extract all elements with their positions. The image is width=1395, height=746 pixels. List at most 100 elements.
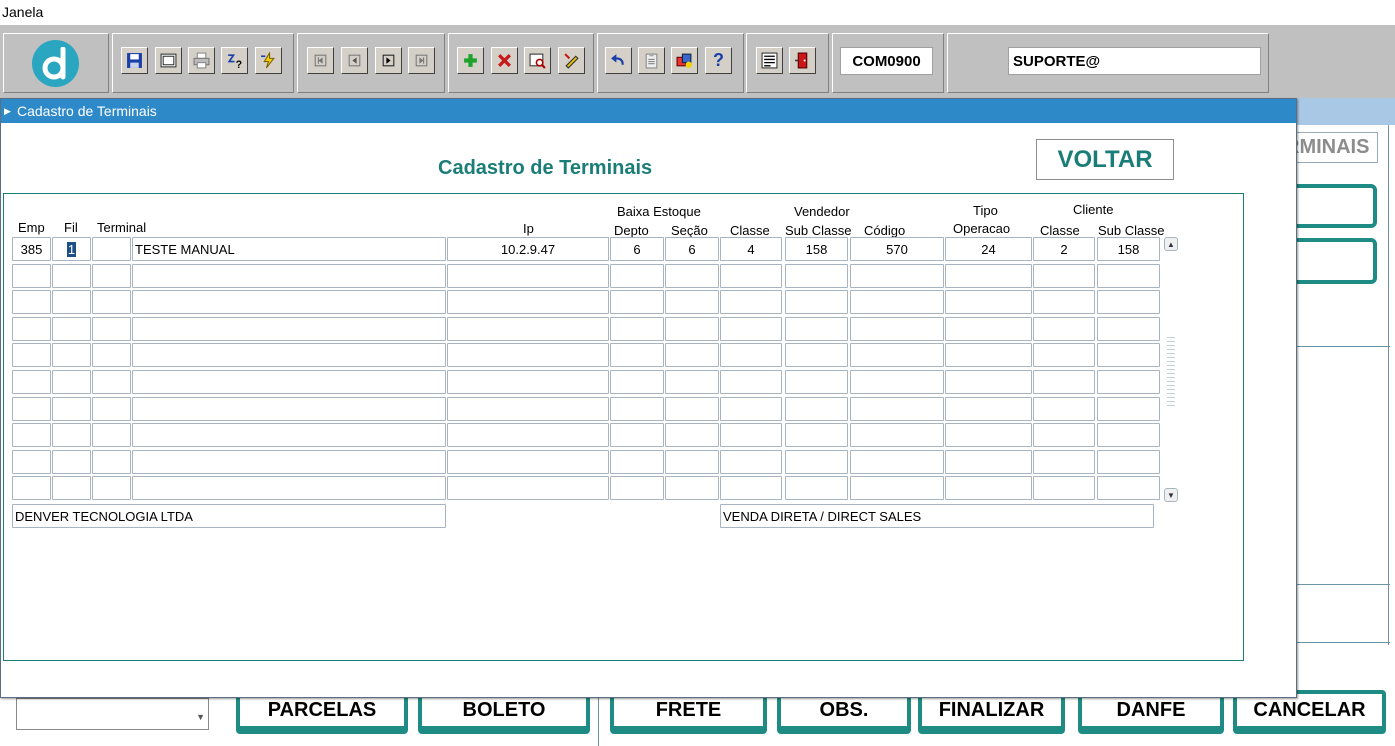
grid-cell-terminal-code[interactable] bbox=[92, 237, 131, 261]
last-record-icon[interactable] bbox=[408, 47, 435, 74]
grid-cell-vend-subclasse[interactable] bbox=[785, 317, 848, 341]
previous-record-icon[interactable] bbox=[341, 47, 368, 74]
grid-cell-secao[interactable] bbox=[665, 397, 719, 421]
vendedor-name-field[interactable]: VENDA DIRETA / DIRECT SALES bbox=[720, 504, 1154, 528]
grid-cell-emp[interactable] bbox=[12, 264, 51, 288]
grid-cell-emp[interactable] bbox=[12, 343, 51, 367]
grid-cell-operacao[interactable] bbox=[945, 264, 1032, 288]
undo-icon[interactable] bbox=[605, 47, 632, 74]
grid-cell-classe[interactable] bbox=[720, 290, 782, 314]
grid-cell-secao[interactable] bbox=[665, 370, 719, 394]
grid-cell-vend-subclasse[interactable] bbox=[785, 450, 848, 474]
execute-query-icon[interactable] bbox=[255, 47, 282, 74]
grid-cell-fil[interactable]: 1 bbox=[52, 237, 91, 261]
grid-cell-cli-classe[interactable] bbox=[1033, 343, 1095, 367]
grid-cell-vend-subclasse[interactable] bbox=[785, 290, 848, 314]
save-icon[interactable] bbox=[121, 47, 148, 74]
window-titlebar[interactable]: ▶ Cadastro de Terminais bbox=[1, 99, 1296, 123]
grid-cell-fil[interactable] bbox=[52, 264, 91, 288]
grid-cell-codigo[interactable]: 570 bbox=[850, 237, 944, 261]
menu-list-icon[interactable] bbox=[756, 47, 783, 74]
grid-cell-fil[interactable] bbox=[52, 397, 91, 421]
grid-cell-emp[interactable] bbox=[12, 290, 51, 314]
grid-cell-classe[interactable] bbox=[720, 476, 782, 500]
grid-cell-codigo[interactable] bbox=[850, 423, 944, 447]
grid-cell-cli-subclasse[interactable] bbox=[1097, 343, 1160, 367]
grid-cell-terminal-code[interactable] bbox=[92, 290, 131, 314]
grid-cell-secao[interactable] bbox=[665, 264, 719, 288]
grid-cell-cli-subclasse[interactable] bbox=[1097, 317, 1160, 341]
grid-cell-codigo[interactable] bbox=[850, 370, 944, 394]
grid-cell-cli-subclasse[interactable] bbox=[1097, 397, 1160, 421]
grid-cell-operacao[interactable] bbox=[945, 370, 1032, 394]
grid-cell-codigo[interactable] bbox=[850, 397, 944, 421]
grid-cell-secao[interactable] bbox=[665, 317, 719, 341]
grid-cell-terminal-name[interactable] bbox=[132, 290, 446, 314]
grid-cell-emp[interactable] bbox=[12, 370, 51, 394]
grid-cell-fil[interactable] bbox=[52, 343, 91, 367]
grid-cell-classe[interactable] bbox=[720, 343, 782, 367]
grid-cell-terminal-name[interactable] bbox=[132, 264, 446, 288]
grid-cell-ip[interactable] bbox=[447, 317, 609, 341]
add-record-icon[interactable] bbox=[457, 47, 484, 74]
grid-cell-cli-subclasse[interactable] bbox=[1097, 423, 1160, 447]
grid-cell-terminal-name[interactable] bbox=[132, 317, 446, 341]
grid-cell-emp[interactable] bbox=[12, 423, 51, 447]
grid-cell-depto[interactable] bbox=[610, 450, 664, 474]
grid-cell-cli-subclasse[interactable] bbox=[1097, 476, 1160, 500]
grid-cell-ip[interactable] bbox=[447, 264, 609, 288]
grid-cell-cli-classe[interactable] bbox=[1033, 370, 1095, 394]
grid-cell-secao[interactable] bbox=[665, 476, 719, 500]
voltar-button[interactable]: VOLTAR bbox=[1036, 139, 1174, 180]
grid-cell-emp[interactable] bbox=[12, 317, 51, 341]
grid-cell-terminal-code[interactable] bbox=[92, 317, 131, 341]
help-icon[interactable]: ? bbox=[705, 47, 732, 74]
grid-cell-cli-classe[interactable]: 2 bbox=[1033, 237, 1095, 261]
exit-door-icon[interactable] bbox=[789, 47, 816, 74]
grid-cell-codigo[interactable] bbox=[850, 290, 944, 314]
grid-cell-vend-subclasse[interactable] bbox=[785, 370, 848, 394]
grid-cell-depto[interactable] bbox=[610, 423, 664, 447]
grid-cell-fil[interactable] bbox=[52, 290, 91, 314]
grid-cell-cli-classe[interactable] bbox=[1033, 290, 1095, 314]
grid-cell-terminal-code[interactable] bbox=[92, 476, 131, 500]
grid-cell-cli-classe[interactable] bbox=[1033, 317, 1095, 341]
grid-cell-terminal-code[interactable] bbox=[92, 450, 131, 474]
grid-cell-secao[interactable] bbox=[665, 423, 719, 447]
grid-cell-operacao[interactable] bbox=[945, 423, 1032, 447]
grid-cell-depto[interactable] bbox=[610, 370, 664, 394]
grid-cell-cli-classe[interactable] bbox=[1033, 264, 1095, 288]
grid-cell-operacao[interactable] bbox=[945, 476, 1032, 500]
grid-cell-operacao[interactable]: 24 bbox=[945, 237, 1032, 261]
print-icon[interactable] bbox=[188, 47, 215, 74]
grid-cell-vend-subclasse[interactable] bbox=[785, 423, 848, 447]
grid-cell-operacao[interactable] bbox=[945, 450, 1032, 474]
grid-cell-terminal-name[interactable] bbox=[132, 423, 446, 447]
grid-cell-operacao[interactable] bbox=[945, 343, 1032, 367]
next-record-icon[interactable] bbox=[375, 47, 402, 74]
grid-scrollbar[interactable]: ▲ ▼ bbox=[1163, 237, 1179, 503]
grid-cell-classe[interactable] bbox=[720, 317, 782, 341]
grid-cell-cli-classe[interactable] bbox=[1033, 476, 1095, 500]
grid-cell-codigo[interactable] bbox=[850, 476, 944, 500]
grid-cell-vend-subclasse[interactable] bbox=[785, 476, 848, 500]
query-icon[interactable]: ? bbox=[221, 47, 248, 74]
grid-cell-secao[interactable] bbox=[665, 343, 719, 367]
bottom-combo-box[interactable]: ▼ bbox=[16, 698, 209, 730]
grid-cell-fil[interactable] bbox=[52, 370, 91, 394]
grid-cell-fil[interactable] bbox=[52, 450, 91, 474]
grid-cell-cli-subclasse[interactable]: 158 bbox=[1097, 237, 1160, 261]
grid-cell-secao[interactable] bbox=[665, 450, 719, 474]
grid-cell-ip[interactable] bbox=[447, 423, 609, 447]
grid-cell-codigo[interactable] bbox=[850, 450, 944, 474]
grid-cell-operacao[interactable] bbox=[945, 290, 1032, 314]
grid-cell-vend-subclasse[interactable] bbox=[785, 343, 848, 367]
grid-cell-terminal-code[interactable] bbox=[92, 397, 131, 421]
grid-cell-classe[interactable] bbox=[720, 450, 782, 474]
grid-cell-emp[interactable] bbox=[12, 476, 51, 500]
scroll-up-icon[interactable]: ▲ bbox=[1164, 237, 1178, 251]
grid-cell-codigo[interactable] bbox=[850, 343, 944, 367]
grid-cell-classe[interactable] bbox=[720, 423, 782, 447]
grid-cell-secao[interactable]: 6 bbox=[665, 237, 719, 261]
grid-cell-operacao[interactable] bbox=[945, 317, 1032, 341]
